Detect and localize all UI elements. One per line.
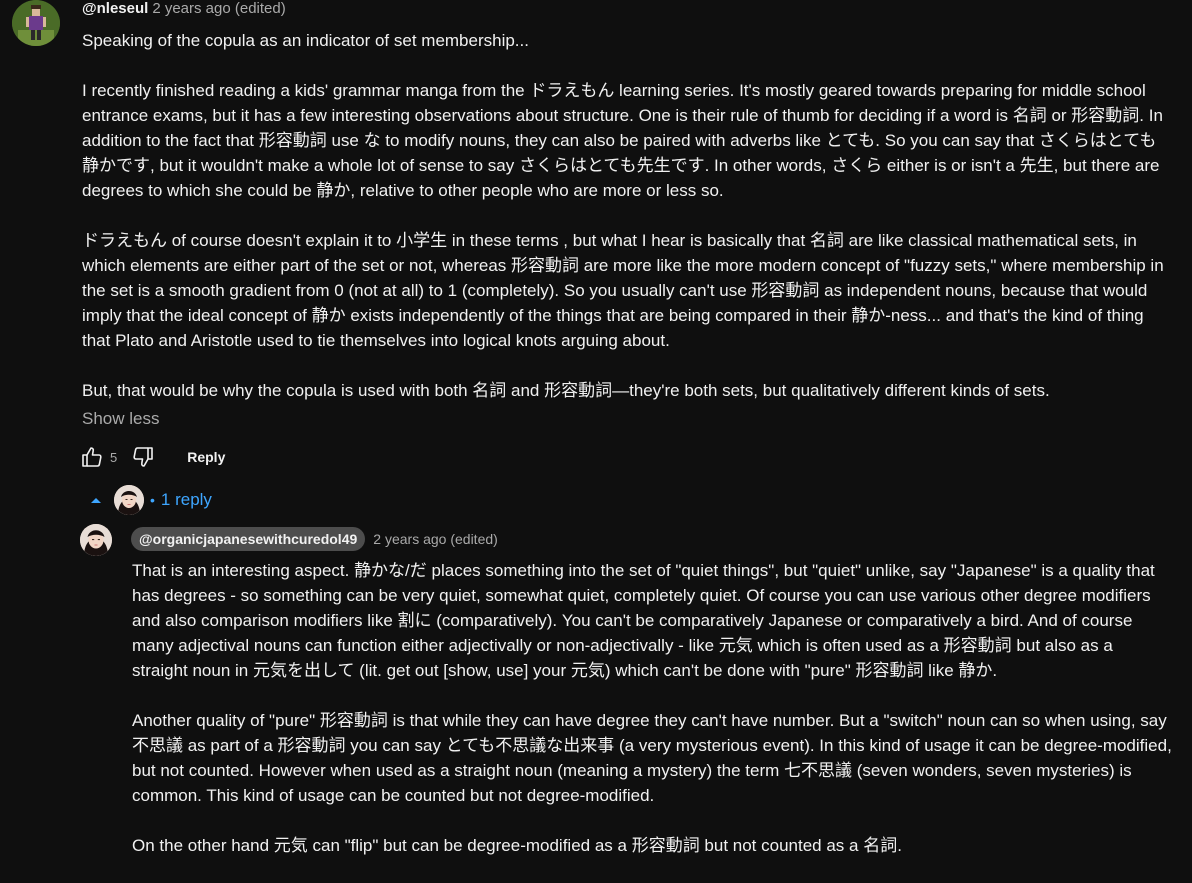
comment-paragraph: I recently finished reading a kids' gram… xyxy=(82,81,1163,200)
reply-paragraph: That is an interesting aspect. 静かな/だ pla… xyxy=(132,561,1155,680)
replies-count[interactable]: 1 reply xyxy=(161,490,212,510)
comment-author[interactable]: @nleseul xyxy=(82,0,148,17)
like-button[interactable] xyxy=(78,443,106,471)
separator-dot: • xyxy=(150,492,155,508)
thumbs-up-icon xyxy=(82,447,102,467)
comment-timestamp[interactable]: 2 years ago (edited) xyxy=(152,0,285,17)
reply-author-chip[interactable]: @organicjapanesewithcuredol49 xyxy=(131,527,366,551)
reply-paragraph: Another quality of "pure" 形容動詞 is that w… xyxy=(132,711,1172,805)
reply-timestamp[interactable]: 2 years ago (edited) xyxy=(373,531,498,547)
caret-up-icon xyxy=(86,490,106,510)
author-avatar[interactable] xyxy=(12,0,60,46)
reply-header: @organicjapanesewithcuredol49 2 years ag… xyxy=(131,527,498,551)
comment-paragraph: But, that would be why the copula is use… xyxy=(82,381,1050,400)
thumbs-down-icon xyxy=(133,447,154,467)
comment-paragraph: Speaking of the copula as an indicator o… xyxy=(82,31,529,50)
reply-paragraph: On the other hand 元気 can "flip" but can … xyxy=(132,836,902,855)
reply-button[interactable]: Reply xyxy=(187,449,225,465)
dislike-button[interactable] xyxy=(129,443,157,471)
replies-toggle[interactable]: • 1 reply xyxy=(86,482,212,518)
comment-header: @nleseul 2 years ago (edited) xyxy=(82,0,286,18)
comment-actions: 5 Reply xyxy=(78,441,225,473)
like-count: 5 xyxy=(110,449,118,465)
replier-avatar xyxy=(114,485,144,515)
reply-body: That is an interesting aspect. 静かな/だ pla… xyxy=(132,558,1172,883)
reply-author-avatar[interactable] xyxy=(80,524,112,556)
comment-body: Speaking of the copula as an indicator o… xyxy=(82,28,1172,403)
comment-paragraph: ドラえもん of course doesn't explain it to 小学… xyxy=(82,231,1164,350)
show-less-button[interactable]: Show less xyxy=(82,407,159,431)
